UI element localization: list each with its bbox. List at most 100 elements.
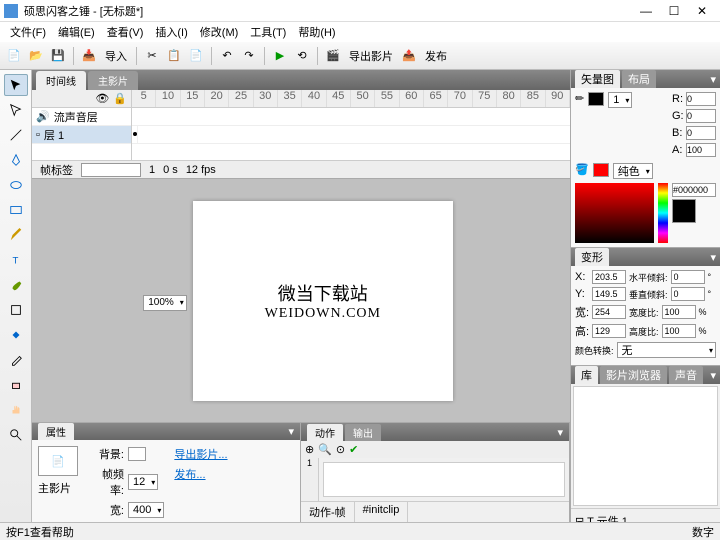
stroke-width[interactable]: 1 [608,92,632,108]
colortrans-dropdown[interactable]: 无 [617,342,716,358]
r-input[interactable] [686,92,716,106]
open-button[interactable]: 📂 [26,46,46,66]
hskew-input[interactable] [671,270,705,284]
add-script-button[interactable]: ⊕ [305,443,314,456]
g-input[interactable] [686,109,716,123]
lock-icon[interactable]: 🔒 [113,92,127,105]
bucket-tool[interactable] [4,324,28,346]
tab-layout[interactable]: 布局 [622,70,656,88]
w-input[interactable] [592,305,626,319]
tab-actions[interactable]: 动作 [307,424,343,441]
play-button[interactable]: ▶ [270,46,290,66]
export-link[interactable]: 导出影片... [174,446,227,462]
minimize-button[interactable]: — [632,4,660,18]
transform-tool[interactable] [4,299,28,321]
tab-transform[interactable]: 变形 [575,248,609,266]
script-editor[interactable] [323,462,565,497]
target-button[interactable]: ⊙ [336,443,345,456]
tab-browser[interactable]: 影片浏览器 [600,366,667,384]
hratio-input[interactable] [662,324,696,338]
canvas-area[interactable]: 100% 微当下载站 WEIDOWN.COM [32,179,570,422]
framelabel-input[interactable] [81,163,141,177]
panel-menu-icon[interactable]: ▾ [557,426,563,439]
export-icon[interactable]: 🎬 [323,46,343,66]
panel-menu-icon[interactable]: ▾ [288,425,294,438]
tab-library[interactable]: 库 [575,366,598,384]
rect-tool[interactable] [4,199,28,221]
bg-swatch[interactable] [128,447,146,461]
pen-tool[interactable] [4,149,28,171]
publish-link[interactable]: 发布... [174,466,227,482]
tab-output[interactable]: 输出 [345,424,381,441]
export-label[interactable]: 导出影片 [345,48,397,64]
redo-button[interactable]: ↷ [239,46,259,66]
publish-icon[interactable]: 📤 [399,46,419,66]
vskew-input[interactable] [671,287,705,301]
layer-row[interactable]: ▫ 层 1 [32,126,131,144]
a-input[interactable] [686,143,716,157]
library-item[interactable]: ⊟ T 元件 1 [575,513,716,522]
panel-menu-icon[interactable]: ▾ [710,73,716,86]
zoom-tool[interactable] [4,424,28,446]
import-icon[interactable]: 📥 [79,46,99,66]
fill-icon[interactable]: 🪣 [575,163,589,179]
library-list[interactable]: ⊟ T 元件 1 [571,508,720,522]
find-button[interactable]: 🔍 [318,443,332,456]
x-input[interactable] [592,270,626,284]
line-tool[interactable] [4,124,28,146]
subselect-tool[interactable] [4,99,28,121]
eyedropper-tool[interactable] [4,349,28,371]
publish-label[interactable]: 发布 [421,48,451,64]
script-tab-frame[interactable]: 动作-帧 [301,502,355,522]
maximize-button[interactable]: ☐ [660,4,688,18]
panel-menu-icon[interactable]: ▾ [710,251,716,264]
hand-tool[interactable] [4,399,28,421]
hex-input[interactable] [672,183,716,197]
text-tool[interactable]: T [4,249,28,271]
stage[interactable]: 微当下载站 WEIDOWN.COM [193,201,453,401]
copy-button[interactable]: 📋 [164,46,184,66]
tab-mainclip[interactable]: 主影片 [88,71,138,90]
menu-tools[interactable]: 工具(T) [244,24,292,40]
menu-edit[interactable]: 编辑(E) [52,24,101,40]
tab-sound[interactable]: 声音 [669,366,703,384]
brush-tool[interactable] [4,274,28,296]
menu-insert[interactable]: 插入(I) [149,24,193,40]
save-button[interactable]: 💾 [48,46,68,66]
menu-help[interactable]: 帮助(H) [292,24,341,40]
oval-tool[interactable] [4,174,28,196]
pencil-tool[interactable] [4,224,28,246]
fill-swatch[interactable] [593,163,609,177]
menu-modify[interactable]: 修改(M) [194,24,245,40]
width-input[interactable]: 400 [128,502,164,518]
stroke-icon[interactable]: ✏ [575,92,584,159]
script-tab-init[interactable]: #initclip [355,502,409,522]
menu-view[interactable]: 查看(V) [101,24,150,40]
zoom-dropdown[interactable]: 100% [143,295,187,311]
tab-vector[interactable]: 矢量图 [575,70,620,88]
check-button[interactable]: ✔ [349,443,358,456]
tab-timeline[interactable]: 时间线 [36,71,86,90]
hue-slider[interactable] [658,183,668,243]
fps-input[interactable]: 12 [128,474,158,490]
h-input[interactable] [592,324,626,338]
frames-area[interactable]: 51015202530354045505560657075808590 [132,90,570,160]
color-picker[interactable] [575,183,654,243]
stroke-swatch[interactable] [588,92,604,106]
layer-row[interactable]: 🔊 流声音层 [32,108,131,126]
visibility-icon[interactable]: 👁 [95,92,109,105]
wratio-input[interactable] [662,305,696,319]
new-button[interactable]: 📄 [4,46,24,66]
undo-button[interactable]: ↶ [217,46,237,66]
eraser-tool[interactable] [4,374,28,396]
b-input[interactable] [686,126,716,140]
selection-tool[interactable] [4,74,28,96]
import-label[interactable]: 导入 [101,48,131,64]
cut-button[interactable]: ✂ [142,46,162,66]
fill-type[interactable]: 纯色 [613,163,653,179]
close-button[interactable]: ✕ [688,4,716,18]
menu-file[interactable]: 文件(F) [4,24,52,40]
tab-properties[interactable]: 属性 [38,423,74,440]
panel-menu-icon[interactable]: ▾ [710,369,716,382]
y-input[interactable] [592,287,626,301]
